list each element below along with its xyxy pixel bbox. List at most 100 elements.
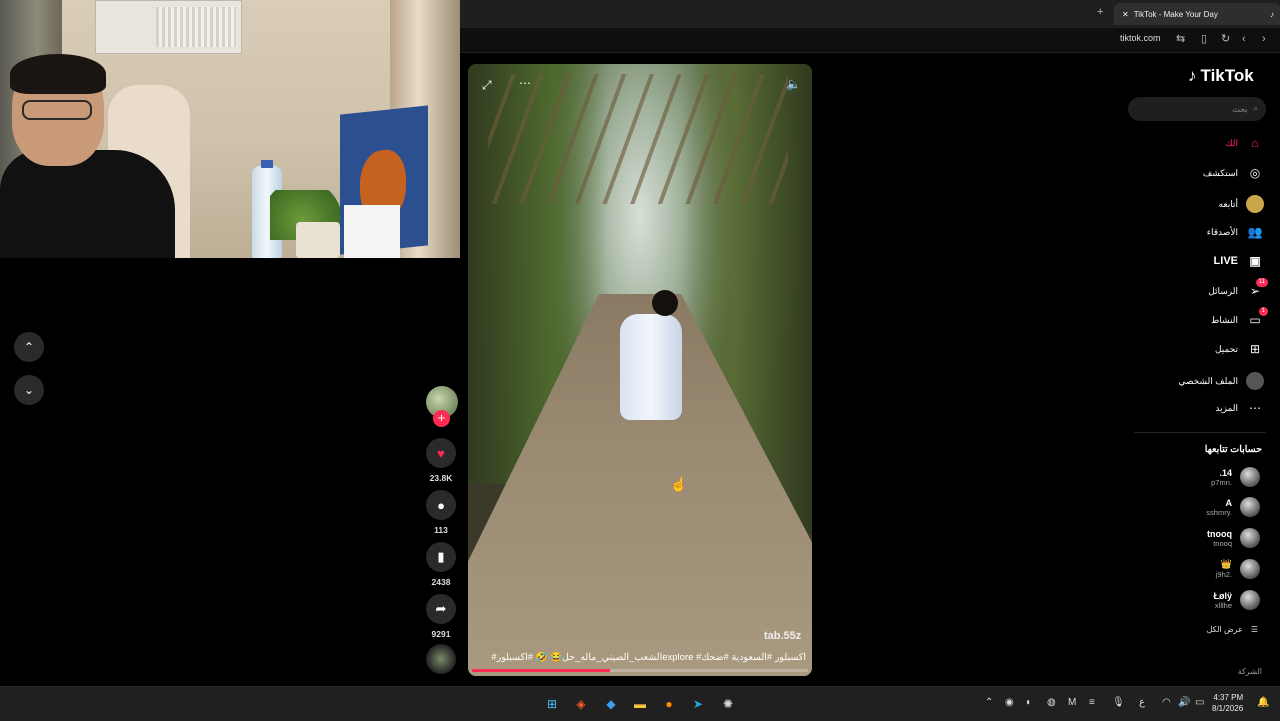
share-icon: ➦	[435, 601, 447, 616]
previous-video-button[interactable]: ⌃	[14, 332, 44, 362]
url-text[interactable]: tiktok.com	[1120, 33, 1161, 43]
clock[interactable]: 4:37 PM 8/1/2026	[1212, 692, 1243, 714]
tiktok-favicon-icon: ♪	[1270, 9, 1274, 19]
microphone-icon[interactable]: 🎙	[1112, 697, 1125, 708]
chatgpt-icon[interactable]: ✺	[719, 695, 737, 713]
list-icon: ☰	[1250, 625, 1258, 634]
bookmark-icon[interactable]: ▯	[1201, 33, 1207, 45]
sidebar-item-foryou[interactable]: الك ⌂	[1225, 136, 1264, 150]
language-indicator[interactable]: ع	[1139, 697, 1145, 708]
search-input[interactable]: بحث ⌕	[1128, 97, 1266, 121]
friends-icon: 👥	[1247, 225, 1263, 239]
activity-icon: ▭ 1	[1246, 307, 1268, 327]
save-action[interactable]: ▮ 2438	[426, 542, 456, 587]
browser-tab[interactable]: ✕ TikTok - Make Your Day ♪	[1114, 3, 1280, 25]
tray-app-icon[interactable]: ≡	[1089, 697, 1095, 708]
new-tab-button[interactable]: +	[1097, 6, 1103, 18]
following-accounts-title: حسابات تتابعها	[1204, 444, 1262, 455]
brave-browser-icon[interactable]: ◈	[572, 695, 590, 713]
telegram-icon[interactable]: ➤	[689, 695, 707, 713]
volume-icon[interactable]: 🔈	[786, 77, 801, 91]
comment-count: 113	[434, 525, 448, 535]
sidebar-item-activity[interactable]: النشاط ▭ 1	[1211, 307, 1268, 327]
vscode-icon[interactable]: ◆	[602, 695, 620, 713]
bookmark-icon: ▮	[437, 549, 445, 564]
file-explorer-icon[interactable]: ▬	[631, 695, 649, 713]
live-icon: ▣	[1249, 254, 1261, 268]
fullscreen-icon[interactable]: ⤢	[482, 78, 492, 93]
see-all-link[interactable]: عرض الكل ☰	[1207, 625, 1258, 634]
activity-badge: 1	[1258, 307, 1268, 316]
tray-app-icon[interactable]: ◉	[1005, 697, 1014, 708]
comment-action[interactable]: ● 113	[426, 490, 456, 535]
home-icon: ⌂	[1251, 136, 1259, 150]
tissue-box	[344, 205, 400, 258]
search-placeholder: بحث	[1232, 104, 1248, 114]
avatar	[1240, 559, 1260, 579]
sidebar-item-more[interactable]: المزيد ⋯	[1215, 401, 1264, 415]
like-action[interactable]: ♥ 23.8K	[426, 438, 456, 483]
sidebar-item-live[interactable]: LIVE ▣	[1214, 254, 1264, 268]
webcam-overlay	[0, 0, 460, 258]
more-options-icon[interactable]: ⋯	[519, 76, 531, 90]
sidebar-item-friends[interactable]: الأصدقاء 👥	[1207, 225, 1264, 239]
following-account[interactable]: .14 p7mn.	[1211, 467, 1260, 487]
heart-icon: ♥	[437, 445, 445, 461]
notification-icon[interactable]: 🔔	[1257, 697, 1269, 708]
more-icon: ⋯	[1249, 401, 1261, 415]
following-account[interactable]: 👑 j9h2.	[1216, 559, 1260, 579]
air-conditioner	[95, 0, 242, 54]
battery-icon[interactable]: ▭	[1195, 697, 1204, 708]
tray-app-icon[interactable]: ◐	[1026, 697, 1032, 708]
close-icon[interactable]: ✕	[1122, 10, 1129, 19]
back-icon[interactable]: ‹	[1242, 33, 1246, 45]
trellis	[488, 74, 788, 204]
person-hair	[10, 54, 106, 94]
sidebar-item-upload[interactable]: تحميل ⊞	[1215, 342, 1264, 356]
messages-badge: 11	[1255, 278, 1268, 287]
sidebar-divider	[1134, 432, 1266, 433]
following-account[interactable]: tnooq tnooq	[1207, 528, 1260, 548]
tray-app-icon[interactable]: ◍	[1047, 697, 1056, 708]
sidebar-item-messages[interactable]: الرسائل ➢ 11	[1208, 278, 1268, 298]
upload-icon: ⊞	[1249, 342, 1261, 356]
forward-icon[interactable]: ›	[1262, 33, 1266, 45]
video-caption[interactable]: #الشعب_الصيني_ماله_حل😂 🤣 #اكسبلورexplore…	[474, 652, 806, 663]
save-count: 2438	[431, 577, 451, 587]
volume-icon[interactable]: 🔊	[1178, 697, 1190, 708]
sidebar-item-explore[interactable]: استكشف ◎	[1203, 166, 1264, 180]
follow-plus-icon[interactable]: +	[433, 410, 450, 427]
following-account[interactable]: Łølÿ xlllhe	[1213, 590, 1260, 610]
video-watermark: tab.55z	[764, 630, 802, 642]
tray-app-icon[interactable]: M	[1068, 697, 1076, 708]
child-head	[652, 290, 678, 316]
music-disc[interactable]	[426, 644, 456, 674]
person-shirt	[0, 150, 175, 258]
chevron-down-icon: ⌄	[23, 383, 35, 397]
video-progress-bar[interactable]	[472, 669, 808, 672]
tray-expand-icon[interactable]: ⌃	[985, 697, 993, 708]
child-figure	[620, 314, 682, 420]
sidebar-item-profile[interactable]: الملف الشخصي	[1178, 372, 1264, 390]
reload-icon[interactable]: ↻	[1221, 33, 1230, 45]
hand-cursor-icon: ☝	[670, 476, 688, 492]
like-count: 23.8K	[429, 473, 453, 483]
share-action[interactable]: ➦ 9291	[426, 594, 456, 639]
next-video-button[interactable]: ⌄	[14, 375, 44, 405]
tiktok-logo[interactable]: ♪ TikTok	[1188, 66, 1254, 86]
person-glasses	[22, 100, 92, 120]
sidebar-item-following[interactable]: أتابعه	[1219, 195, 1264, 213]
site-settings-icon[interactable]: ⇆	[1176, 33, 1185, 45]
messages-icon: ➢ 11	[1246, 278, 1268, 298]
video-player[interactable]	[468, 64, 812, 676]
compass-icon: ◎	[1249, 166, 1261, 180]
avatar	[1240, 528, 1260, 548]
clock-time: 4:37 PM	[1213, 693, 1244, 702]
following-account[interactable]: Asshmry.	[1206, 497, 1260, 517]
windows-start-icon[interactable]: ⊞	[543, 695, 561, 713]
chevron-up-icon: ⌃	[23, 340, 35, 354]
wifi-icon[interactable]: ◠	[1162, 697, 1171, 708]
company-link[interactable]: الشركة	[1238, 667, 1262, 676]
avatar	[1240, 497, 1260, 517]
app-icon[interactable]: ●	[660, 695, 678, 713]
